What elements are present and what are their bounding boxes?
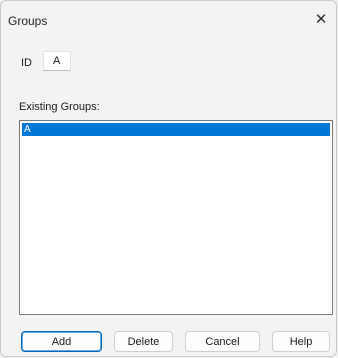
add-button[interactable]: Add: [21, 331, 102, 352]
existing-groups-listbox[interactable]: A: [19, 120, 333, 315]
groups-dialog: Groups ✕ ID A Existing Groups: A Add Del…: [0, 0, 337, 357]
dialog-title: Groups: [8, 14, 48, 28]
id-field[interactable]: A: [43, 51, 71, 71]
existing-groups-label: Existing Groups:: [19, 101, 100, 113]
help-button[interactable]: Help: [272, 331, 330, 352]
delete-button[interactable]: Delete: [114, 331, 173, 352]
close-icon[interactable]: ✕: [312, 10, 330, 28]
id-label: ID: [21, 57, 32, 69]
cancel-button[interactable]: Cancel: [185, 331, 260, 352]
list-item[interactable]: A: [22, 123, 330, 136]
